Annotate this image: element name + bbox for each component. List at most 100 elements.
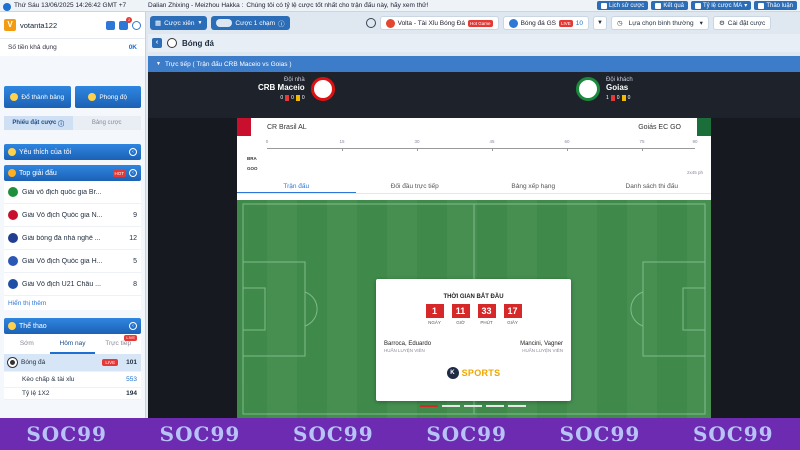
tab-live[interactable]: Trực tiếp LIVE xyxy=(95,334,141,354)
kickoff-card: THỜI GIAN BẮT ĐẦU 1 NGÀY 11 GIỜ 33 PHÚT 17 G… xyxy=(376,279,571,401)
live-match-bar[interactable]: ▼ Trực tiếp ( Trận đấu CRB Maceio vs Goi… xyxy=(148,56,800,72)
results-button[interactable]: Kết quả xyxy=(651,1,688,10)
live-badge: LIVE xyxy=(124,335,138,341)
yellow-card-icon xyxy=(295,95,300,101)
form-button[interactable]: Phong độ xyxy=(74,86,141,108)
one-click-toggle[interactable]: Cược 1 chạm ⓘ xyxy=(211,16,290,30)
volta-game-button[interactable]: Volta - Tài Xỉu Bóng Đá Hot Game xyxy=(379,16,499,30)
info-icon: ⓘ xyxy=(278,21,285,28)
league-item[interactable]: Giải vô địch quốc gia Br... xyxy=(4,181,141,204)
info-icon: ⓘ xyxy=(58,121,65,128)
tab-bet-slip[interactable]: Phiếu đặt cược ⓘ xyxy=(4,116,73,130)
leaderboard-button[interactable]: Đổ thành bảng xyxy=(4,86,71,108)
league-item[interactable]: Giải Vô địch Quốc gia N... 9 xyxy=(4,204,141,227)
norway-flag-icon xyxy=(8,210,18,220)
trophy-icon xyxy=(10,93,19,101)
tab-standings[interactable]: Bảng xếp hạng xyxy=(474,180,593,193)
countdown-days: 1 NGÀY xyxy=(425,304,444,325)
tab-early[interactable]: Sớm xyxy=(4,334,50,354)
soccer-player-icon xyxy=(385,18,395,28)
red-card-icon xyxy=(610,95,615,101)
league-item[interactable]: Giải Vô địch Quốc gia H... 5 xyxy=(4,250,141,273)
favorites-header[interactable]: Yêu thích của tôi ‹ xyxy=(4,144,141,160)
fire-icon xyxy=(8,169,16,177)
watermark-strip: SOC99 SOC99 SOC99 SOC99 SOC99 SOC99 xyxy=(0,418,800,450)
countdown-seconds: 17 GIÂY xyxy=(503,304,522,325)
brazil-flag-icon xyxy=(8,187,18,197)
tab-fixtures[interactable]: Danh sách thi đấu xyxy=(593,180,712,193)
search-icon[interactable] xyxy=(365,18,376,28)
odds-type-button[interactable]: Tỷ lệ cược MA ▾ xyxy=(691,1,752,10)
tab-today[interactable]: Hôm nay xyxy=(49,334,96,354)
page-title: Bóng đá xyxy=(182,38,214,48)
refresh-icon[interactable] xyxy=(132,20,141,30)
chevron-down-icon: ▼ xyxy=(197,20,203,26)
back-button[interactable]: ‹ xyxy=(152,38,162,48)
soccer-ball-icon xyxy=(167,38,177,48)
away-full-name: Goiás EC GO xyxy=(638,123,681,131)
tab-bet-board[interactable]: Bảng cược xyxy=(72,116,141,130)
trophy-icon xyxy=(8,322,16,330)
username: votanta122 xyxy=(20,20,58,30)
avatar[interactable]: V xyxy=(4,19,16,31)
clock: Thứ Sáu 13/06/2025 14:26:42 GMT +7 xyxy=(0,2,148,11)
filter-icon[interactable]: ▼ xyxy=(592,16,607,30)
panel-backdrop-right xyxy=(711,118,800,418)
coaches: Barroca, Eduardo HUẤN LUYỆN VIÊN Mancini,… xyxy=(384,341,563,353)
scoreboard: Đội nhà CRB Maceio 0 0 0 Đội khách Goias… xyxy=(148,72,800,118)
toggle-switch[interactable] xyxy=(216,19,233,27)
countdown-hours: 11 GIỜ xyxy=(451,304,470,325)
watermark-text: SOC99 xyxy=(692,422,774,446)
chevron-down-icon: ▾ xyxy=(699,20,703,27)
league-item[interactable]: Giải Vô địch U21 Châu ... 8 xyxy=(4,273,141,296)
home-cards: 0 0 0 xyxy=(280,95,305,101)
carousel-dot[interactable] xyxy=(464,405,482,407)
tab-head-to-head[interactable]: Đối đầu trực tiếp xyxy=(356,180,475,193)
gs-football-button[interactable]: Bóng đá GS LIVE 10 xyxy=(502,16,589,30)
carousel-dot[interactable] xyxy=(442,405,460,407)
discussion-button[interactable]: Thảo luận xyxy=(754,1,797,10)
timeline-away-label: GOO xyxy=(247,166,258,171)
history-icon xyxy=(601,2,607,9)
yellow-card-icon xyxy=(621,95,626,101)
carousel-dot[interactable] xyxy=(508,405,526,407)
league-list: Giải vô địch quốc gia Br... Giải Vô địch… xyxy=(4,181,141,296)
sport-row-handicap[interactable]: Kèo chấp & tài xỉu 553 xyxy=(4,372,141,388)
sort-select[interactable]: ◷ Lựa chọn bình thường ▾ xyxy=(610,16,709,30)
medal-icon xyxy=(88,93,97,101)
balance-label: Số tiền khả dụng xyxy=(8,44,57,51)
wallet-icon[interactable] xyxy=(106,20,115,30)
sports-header[interactable]: Thể thao ‹ xyxy=(4,318,141,334)
chevron-icon: ‹ xyxy=(129,169,137,177)
globe-icon xyxy=(3,3,11,11)
league-item[interactable]: Giải bóng đá nhà nghề ... 12 xyxy=(4,227,141,250)
sport-row-1x2[interactable]: Tỷ lệ 1X2 194 xyxy=(4,388,141,400)
red-card-icon xyxy=(285,95,290,101)
hot-game-badge: Hot Game xyxy=(468,19,493,27)
sport-row-football[interactable]: Bóng đá LIVE 101 xyxy=(4,354,141,372)
watermark-text: SOC99 xyxy=(559,422,641,446)
message-icon[interactable]: 1 xyxy=(119,16,132,30)
carousel-dot[interactable] xyxy=(486,405,504,407)
countdown-minutes: 33 PHÚT xyxy=(477,304,496,325)
watermark-text: SOC99 xyxy=(26,422,107,446)
soccer-ball-icon xyxy=(8,358,17,367)
breadcrumb: ‹ Bóng đá xyxy=(148,34,800,52)
panel-teams: CR Brasil AL Goiás EC GO xyxy=(237,118,711,136)
carousel-dot[interactable] xyxy=(420,405,438,407)
parlay-button[interactable]: ▦ Cược xiên ▼ xyxy=(150,16,208,30)
watermark-text: SOC99 xyxy=(159,422,241,446)
away-kit-icon xyxy=(697,118,711,136)
bet-history-button[interactable]: Lịch sử cược xyxy=(597,1,649,10)
soccer-player-icon xyxy=(508,18,518,28)
tab-match[interactable]: Trận đấu xyxy=(237,180,356,193)
caret-down-icon: ▼ xyxy=(156,61,161,67)
ksports-logo: K SPORTS xyxy=(376,367,571,379)
show-more-link[interactable]: Hiển thị thêm xyxy=(4,296,141,310)
announcement-marquee[interactable]: Dalian Zhixing - Meizhou Hakka : Chúng t… xyxy=(148,2,597,9)
marquee-match: Dalian Zhixing - Meizhou Hakka : xyxy=(148,2,244,9)
star-icon xyxy=(8,148,16,156)
bet-settings-button[interactable]: ⚙ Cài đặt cược xyxy=(712,16,772,30)
top-leagues-header[interactable]: Top giải đấu HOT ‹ xyxy=(4,165,141,181)
message-badge: 1 xyxy=(126,16,132,23)
